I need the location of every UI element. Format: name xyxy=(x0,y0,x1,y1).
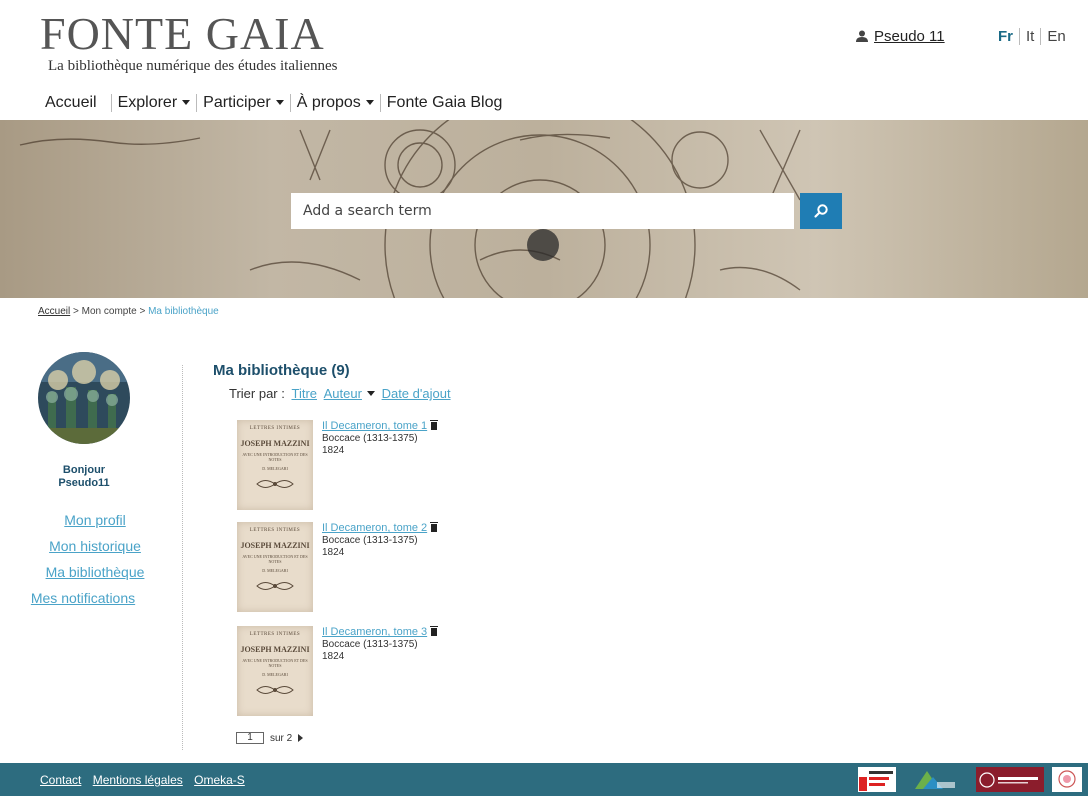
book-info: Il Decameron, tome 3 Boccace (1313-1375)… xyxy=(322,626,439,663)
cover-line: LETTRES INTIMES xyxy=(249,528,301,533)
cover-line: AVEC UNE INTRODUCTION ET DES NOTES xyxy=(242,452,308,462)
cover-line: JOSEPH MAZZINI xyxy=(240,645,310,654)
trash-icon[interactable] xyxy=(430,626,439,636)
pagination: 1 sur 2 xyxy=(236,732,304,744)
logo-subtitle: La bibliothèque numérique des études ita… xyxy=(48,58,338,74)
book-title-link[interactable]: Il Decameron, tome 1 xyxy=(322,420,427,432)
book-cover[interactable]: LETTRES INTIMES JOSEPH MAZZINI AVEC UNE … xyxy=(237,522,313,612)
chevron-down-icon xyxy=(275,100,284,105)
nav-blog-label: Fonte Gaia Blog xyxy=(386,94,503,111)
book-info: Il Decameron, tome 2 Boccace (1313-1375)… xyxy=(322,522,439,559)
sort-bar: Trier par : Titre Auteur Date d'ajout xyxy=(229,386,451,401)
ornament-icon xyxy=(256,686,294,694)
footer-link-mentions[interactable]: Mentions légales xyxy=(93,773,183,787)
nav-accueil-label: Accueil xyxy=(45,94,97,111)
main-nav: Accueil Explorer Participer À propos Fon… xyxy=(45,94,508,112)
account-menu: Mon profil Mon historique Ma bibliothèqu… xyxy=(30,512,160,616)
breadcrumb-separator: > xyxy=(73,306,79,317)
link-mes-notifications[interactable]: Mes notifications xyxy=(6,590,160,606)
breadcrumb-current: Ma bibliothèque xyxy=(148,306,219,317)
nav-explorer-label: Explorer xyxy=(117,94,178,111)
library-title: Ma bibliothèque (9) xyxy=(213,362,350,379)
book-title-link[interactable]: Il Decameron, tome 2 xyxy=(322,522,427,534)
nav-a-propos[interactable]: À propos xyxy=(289,94,380,112)
language-switcher: Fr It En xyxy=(992,28,1072,45)
logo-title: FONTE GAIA xyxy=(40,8,325,59)
nav-blog[interactable]: Fonte Gaia Blog xyxy=(379,94,509,112)
link-mon-profil[interactable]: Mon profil xyxy=(30,512,160,528)
ornament-icon xyxy=(256,582,294,590)
user-icon xyxy=(856,30,868,42)
nav-participer[interactable]: Participer xyxy=(196,94,290,112)
link-mon-historique[interactable]: Mon historique xyxy=(30,538,160,554)
greeting: Bonjour Pseudo11 xyxy=(38,464,130,490)
cover-line: LETTRES INTIMES xyxy=(249,632,301,637)
lang-it[interactable]: It xyxy=(1019,28,1040,45)
cover-line: JOSEPH MAZZINI xyxy=(240,439,310,448)
next-page-icon[interactable] xyxy=(298,734,304,742)
sort-by-title[interactable]: Titre xyxy=(291,386,317,401)
chevron-down-icon xyxy=(365,100,374,105)
site-logo[interactable]: FONTE GAIA La bibliothèque numérique des… xyxy=(40,8,338,75)
breadcrumb-account: Mon compte xyxy=(81,306,137,317)
breadcrumb-separator: > xyxy=(139,306,146,317)
logo-partner-seal[interactable] xyxy=(1052,767,1082,792)
footer-links: Contact Mentions légales Omeka-S xyxy=(40,773,253,787)
sort-by-author[interactable]: Auteur xyxy=(324,386,362,401)
lang-fr[interactable]: Fr xyxy=(992,28,1019,45)
book-year: 1824 xyxy=(322,445,345,456)
avatar xyxy=(38,352,130,444)
book-year: 1824 xyxy=(322,547,345,558)
book-info: Il Decameron, tome 1 Boccace (1313-1375)… xyxy=(322,420,439,457)
sidebar-divider xyxy=(182,365,183,750)
book-cover[interactable]: LETTRES INTIMES JOSEPH MAZZINI AVEC UNE … xyxy=(237,420,313,510)
cover-line: D. MELEGARI xyxy=(262,672,288,677)
sort-by-date[interactable]: Date d'ajout xyxy=(382,386,451,401)
book-title-link[interactable]: Il Decameron, tome 3 xyxy=(322,626,427,638)
breadcrumb-home[interactable]: Accueil xyxy=(38,306,70,317)
link-ma-bibliotheque[interactable]: Ma bibliothèque xyxy=(30,564,160,580)
list-item: LETTRES INTIMES JOSEPH MAZZINI AVEC UNE … xyxy=(237,522,467,614)
cover-line: D. MELEGARI xyxy=(262,568,288,573)
search-button[interactable] xyxy=(800,193,842,229)
page-total: sur 2 xyxy=(270,732,293,744)
footer-link-omeka[interactable]: Omeka-S xyxy=(194,773,245,787)
cover-line: JOSEPH MAZZINI xyxy=(240,541,310,550)
user-account-link[interactable]: Pseudo 11 xyxy=(856,28,945,45)
nav-participer-label: Participer xyxy=(203,94,271,111)
nav-explorer[interactable]: Explorer xyxy=(110,94,197,112)
book-cover[interactable]: LETTRES INTIMES JOSEPH MAZZINI AVEC UNE … xyxy=(237,626,313,716)
lang-en[interactable]: En xyxy=(1040,28,1071,45)
greeting-hello: Bonjour xyxy=(62,464,106,476)
logo-universite-grenoble[interactable] xyxy=(858,767,896,792)
list-item: LETTRES INTIMES JOSEPH MAZZINI AVEC UNE … xyxy=(237,626,467,718)
chevron-down-icon xyxy=(182,100,191,105)
book-author: Boccace (1313-1375) xyxy=(322,535,418,546)
cover-line: LETTRES INTIMES xyxy=(249,426,301,431)
trash-icon[interactable] xyxy=(430,522,439,532)
cover-line: AVEC UNE INTRODUCTION ET DES NOTES xyxy=(242,554,308,564)
cover-line: AVEC UNE INTRODUCTION ET DES NOTES xyxy=(242,658,308,668)
trash-icon[interactable] xyxy=(430,420,439,430)
logo-sapienza[interactable] xyxy=(976,767,1044,792)
book-author: Boccace (1313-1375) xyxy=(322,639,418,650)
page-input[interactable]: 1 xyxy=(236,732,264,744)
search-icon xyxy=(814,204,828,218)
nav-accueil[interactable]: Accueil xyxy=(45,94,111,112)
ornament-icon xyxy=(256,480,294,488)
footer-link-contact[interactable]: Contact xyxy=(40,773,81,787)
breadcrumb: Accueil > Mon compte > Ma bibliothèque xyxy=(38,306,219,317)
list-item: LETTRES INTIMES JOSEPH MAZZINI AVEC UNE … xyxy=(237,420,467,512)
book-author: Boccace (1313-1375) xyxy=(322,433,418,444)
sort-label: Trier par : xyxy=(229,386,285,401)
user-name: Pseudo 11 xyxy=(874,28,945,45)
nav-a-propos-label: À propos xyxy=(296,94,361,111)
search-input[interactable]: Add a search term xyxy=(291,193,794,229)
cover-line: D. MELEGARI xyxy=(262,466,288,471)
book-year: 1824 xyxy=(322,651,345,662)
footer: Contact Mentions légales Omeka-S xyxy=(0,763,1088,796)
logo-msh[interactable] xyxy=(912,767,958,792)
chevron-down-icon xyxy=(366,391,375,396)
greeting-username: Pseudo11 xyxy=(58,477,110,489)
